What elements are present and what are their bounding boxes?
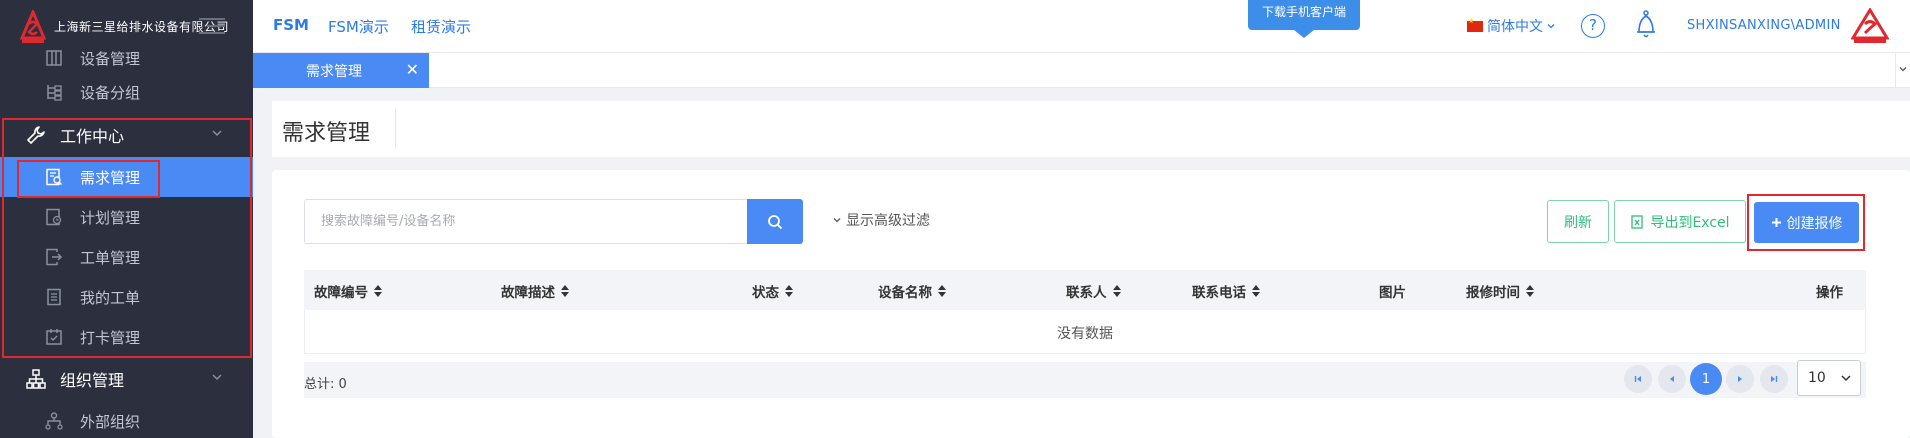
- sitemap-icon: [44, 411, 64, 431]
- search-button[interactable]: [747, 199, 803, 244]
- nav-link-fsm[interactable]: FSM: [273, 16, 309, 34]
- first-page-button[interactable]: [1624, 365, 1652, 393]
- chevron-down-icon: [833, 218, 841, 223]
- column-header[interactable]: 设备名称: [878, 281, 946, 301]
- nav-link-fsm-demo[interactable]: FSM演示: [328, 16, 389, 37]
- language-selector[interactable]: 简体中文: [1467, 16, 1556, 36]
- column-label: 报修时间: [1466, 285, 1520, 301]
- page-title: 需求管理: [282, 121, 371, 146]
- sidebar-item-label: 设备管理: [80, 49, 141, 68]
- chevron-right-icon: [1738, 376, 1742, 382]
- first-page-icon: [1634, 376, 1641, 382]
- tree-icon: [44, 82, 64, 102]
- bell-icon[interactable]: [1634, 10, 1658, 40]
- column-header[interactable]: 状态: [752, 281, 793, 301]
- nav-link-rental-demo[interactable]: 租赁演示: [411, 16, 471, 37]
- search-icon: [768, 214, 783, 229]
- advanced-filter-label: 显示高级过滤: [846, 213, 930, 229]
- tab-label: 需求管理: [306, 63, 362, 80]
- sidebar: 上海新三星给排水设备有限公司 设备管理 设备分组 工作中心 需求管理 计划管理 …: [0, 0, 253, 438]
- column-header[interactable]: 故障描述: [501, 281, 569, 301]
- empty-state: 没有数据: [1057, 326, 1113, 342]
- chevron-down-icon: [212, 374, 222, 381]
- table-body: 没有数据: [304, 310, 1866, 354]
- user-account-name[interactable]: SHXINSANXING\ADMIN: [1687, 18, 1841, 33]
- column-label: 设备名称: [878, 285, 932, 301]
- download-app-button[interactable]: 下载手机客户端: [1248, 0, 1360, 38]
- export-excel-button[interactable]: 导出到Excel: [1614, 200, 1746, 243]
- sort-icon[interactable]: [1112, 285, 1121, 297]
- column-header[interactable]: 故障编号: [314, 281, 382, 301]
- next-page-button[interactable]: [1726, 365, 1754, 393]
- prev-page-button[interactable]: [1658, 365, 1686, 393]
- sort-icon[interactable]: [374, 285, 382, 297]
- chevron-down-icon[interactable]: [1898, 64, 1908, 74]
- search-input[interactable]: [304, 199, 748, 244]
- refresh-button[interactable]: 刷新: [1547, 200, 1609, 243]
- sidebar-item-label: 外部组织: [80, 412, 141, 431]
- excel-icon: [1631, 214, 1644, 229]
- close-icon[interactable]: ✕: [406, 61, 419, 79]
- tab-bar: 需求管理 ✕: [253, 53, 1910, 88]
- highlight-box: [2, 118, 252, 358]
- top-header: FSM FSM演示 租赁演示 下载手机客户端 简体中文 ? SHXINSANXI…: [253, 0, 1910, 53]
- page-title-bar: 需求管理: [272, 101, 1910, 157]
- org-chart-icon: [26, 369, 46, 389]
- sort-icon[interactable]: [1252, 285, 1260, 297]
- total-count: 总计: 0: [304, 377, 347, 392]
- chevron-left-icon: [1670, 376, 1674, 382]
- column-label: 状态: [752, 285, 779, 301]
- menu-toggle-icon[interactable]: [199, 18, 225, 39]
- grid-icon: [44, 48, 64, 68]
- sort-icon[interactable]: [1526, 285, 1534, 297]
- chevron-down-icon: [1547, 24, 1555, 29]
- sort-icon[interactable]: [561, 285, 569, 297]
- sidebar-item-external-organization[interactable]: 外部组织: [0, 401, 253, 438]
- sort-icon[interactable]: [785, 285, 793, 297]
- divider: [395, 109, 396, 149]
- column-label: 故障描述: [501, 285, 555, 301]
- refresh-label: 刷新: [1564, 214, 1592, 231]
- column-label: 图片: [1379, 285, 1406, 301]
- column-label: 联系电话: [1192, 285, 1246, 301]
- help-icon[interactable]: ?: [1581, 14, 1605, 38]
- column-header[interactable]: 联系电话: [1192, 281, 1260, 301]
- column-header: 操作: [1816, 281, 1843, 301]
- content-card: 显示高级过滤 刷新 导出到Excel 创建报修 故障编号 故障描述 状态 设备名…: [272, 170, 1910, 438]
- china-flag-icon: [1467, 17, 1483, 32]
- column-label: 故障编号: [314, 285, 368, 301]
- advanced-filter-toggle[interactable]: 显示高级过滤: [832, 210, 930, 230]
- sidebar-item-label: 设备分组: [80, 83, 141, 102]
- sidebar-item-equipment-group[interactable]: 设备分组: [0, 72, 253, 112]
- avatar[interactable]: [1851, 8, 1889, 44]
- language-label: 简体中文: [1487, 19, 1543, 35]
- page-size-select[interactable]: 10: [1797, 360, 1861, 396]
- chevron-down-icon: [1841, 375, 1851, 382]
- table-header: 故障编号 故障描述 状态 设备名称 联系人 联系电话 图片 报修时间 操作: [304, 270, 1866, 310]
- column-header[interactable]: 联系人: [1066, 281, 1121, 301]
- highlight-box: [1747, 194, 1865, 251]
- table-footer: 总计: 0 1 10: [304, 360, 1866, 398]
- export-label: 导出到Excel: [1650, 214, 1730, 231]
- highlight-box: [17, 160, 160, 198]
- sidebar-group-organization[interactable]: 组织管理: [0, 359, 253, 399]
- column-header: 图片: [1379, 281, 1406, 301]
- column-label: 联系人: [1066, 285, 1107, 301]
- sidebar-item-label: 组织管理: [60, 371, 125, 390]
- column-label: 操作: [1816, 285, 1843, 301]
- divider: [1895, 53, 1896, 88]
- tab-demand-management[interactable]: 需求管理 ✕: [253, 53, 429, 88]
- sort-icon[interactable]: [938, 285, 946, 297]
- last-page-icon: [1771, 376, 1778, 382]
- page-number-button[interactable]: 1: [1690, 363, 1722, 395]
- column-header[interactable]: 报修时间: [1466, 281, 1534, 301]
- last-page-button[interactable]: [1760, 365, 1788, 393]
- page-size-value: 10: [1808, 370, 1826, 386]
